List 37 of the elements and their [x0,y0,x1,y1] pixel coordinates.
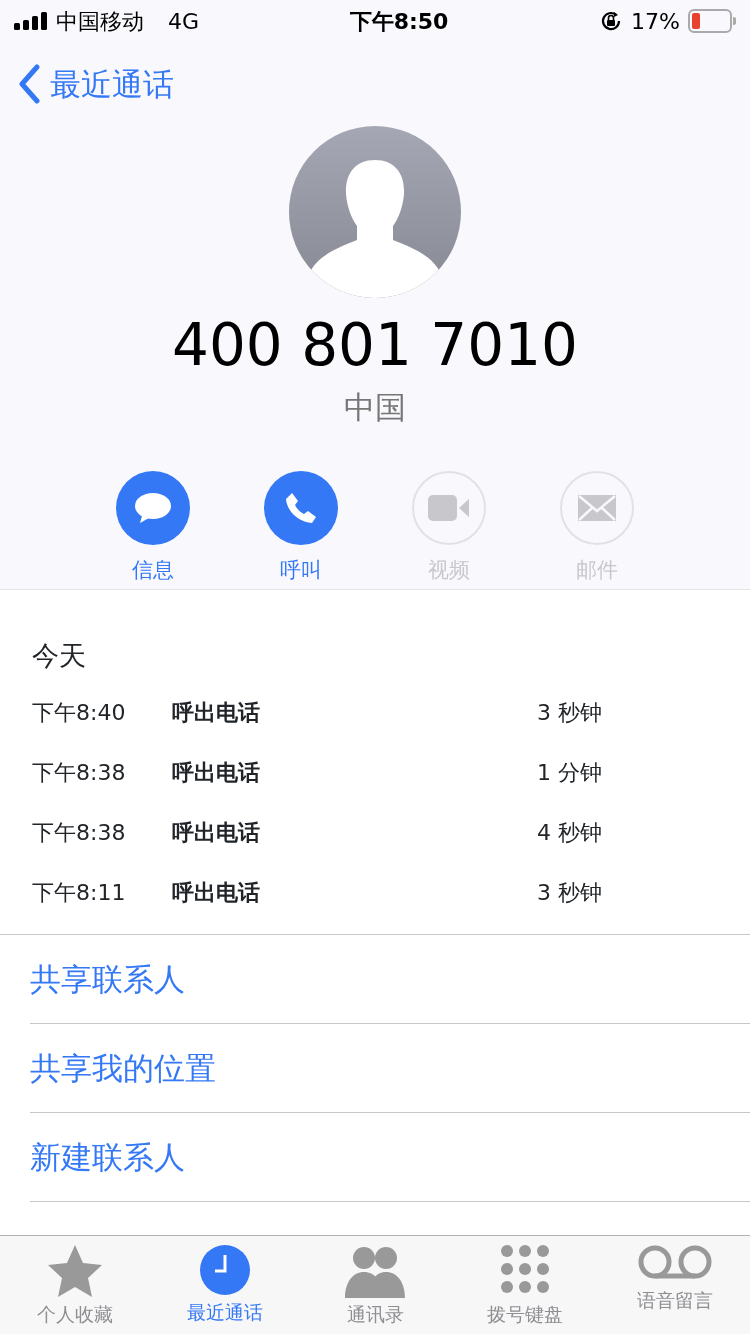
star-icon [47,1244,103,1298]
people-icon [345,1244,405,1298]
tab-button[interactable]: 个人收藏 [0,1236,150,1334]
call-type: 呼出电话 [172,818,261,847]
tab-button[interactable]: 最近通话 [150,1236,300,1334]
call-type: 呼出电话 [172,878,261,907]
call-duration: 3 秒钟 [537,698,602,727]
clock-icon [199,1244,251,1296]
back-chevron-icon [18,64,40,104]
tab-button[interactable]: 拨号键盘 [450,1236,600,1334]
back-button[interactable]: 最近通话 [18,60,174,108]
call-duration: 3 秒钟 [537,878,602,907]
tab-button[interactable]: 通讯录 [300,1236,450,1334]
video-camera-icon [428,494,470,521]
call-type: 呼出电话 [172,758,261,787]
tab-button[interactable]: 语音留言 [600,1236,750,1334]
call-duration: 4 秒钟 [537,818,602,847]
phone-number: 400 801 7010 [172,316,578,374]
signal-icon [14,12,48,30]
section-heading: 今天 [31,639,87,673]
action-link[interactable]: 共享我的位置 [30,1024,750,1113]
speech-bubble-icon [134,490,172,525]
clock-time: 下午8:50 [349,7,449,36]
battery-percent: 17% [631,7,680,36]
action-link[interactable]: 新建联系人 [30,1113,750,1202]
envelope-icon [578,494,616,521]
call-time: 下午8:38 [32,818,127,847]
network-type: 4G [168,7,200,36]
call-type: 呼出电话 [172,698,261,727]
battery-icon [688,9,736,33]
call-duration: 1 分钟 [537,758,602,787]
call-time: 下午8:11 [32,878,127,907]
carrier-name: 中国移动 [56,7,144,36]
call-time: 下午8:40 [32,698,127,727]
action-link[interactable]: 共享联系人 [30,935,750,1024]
call-time: 下午8:38 [32,758,127,787]
location-text: 中国 [344,388,406,427]
